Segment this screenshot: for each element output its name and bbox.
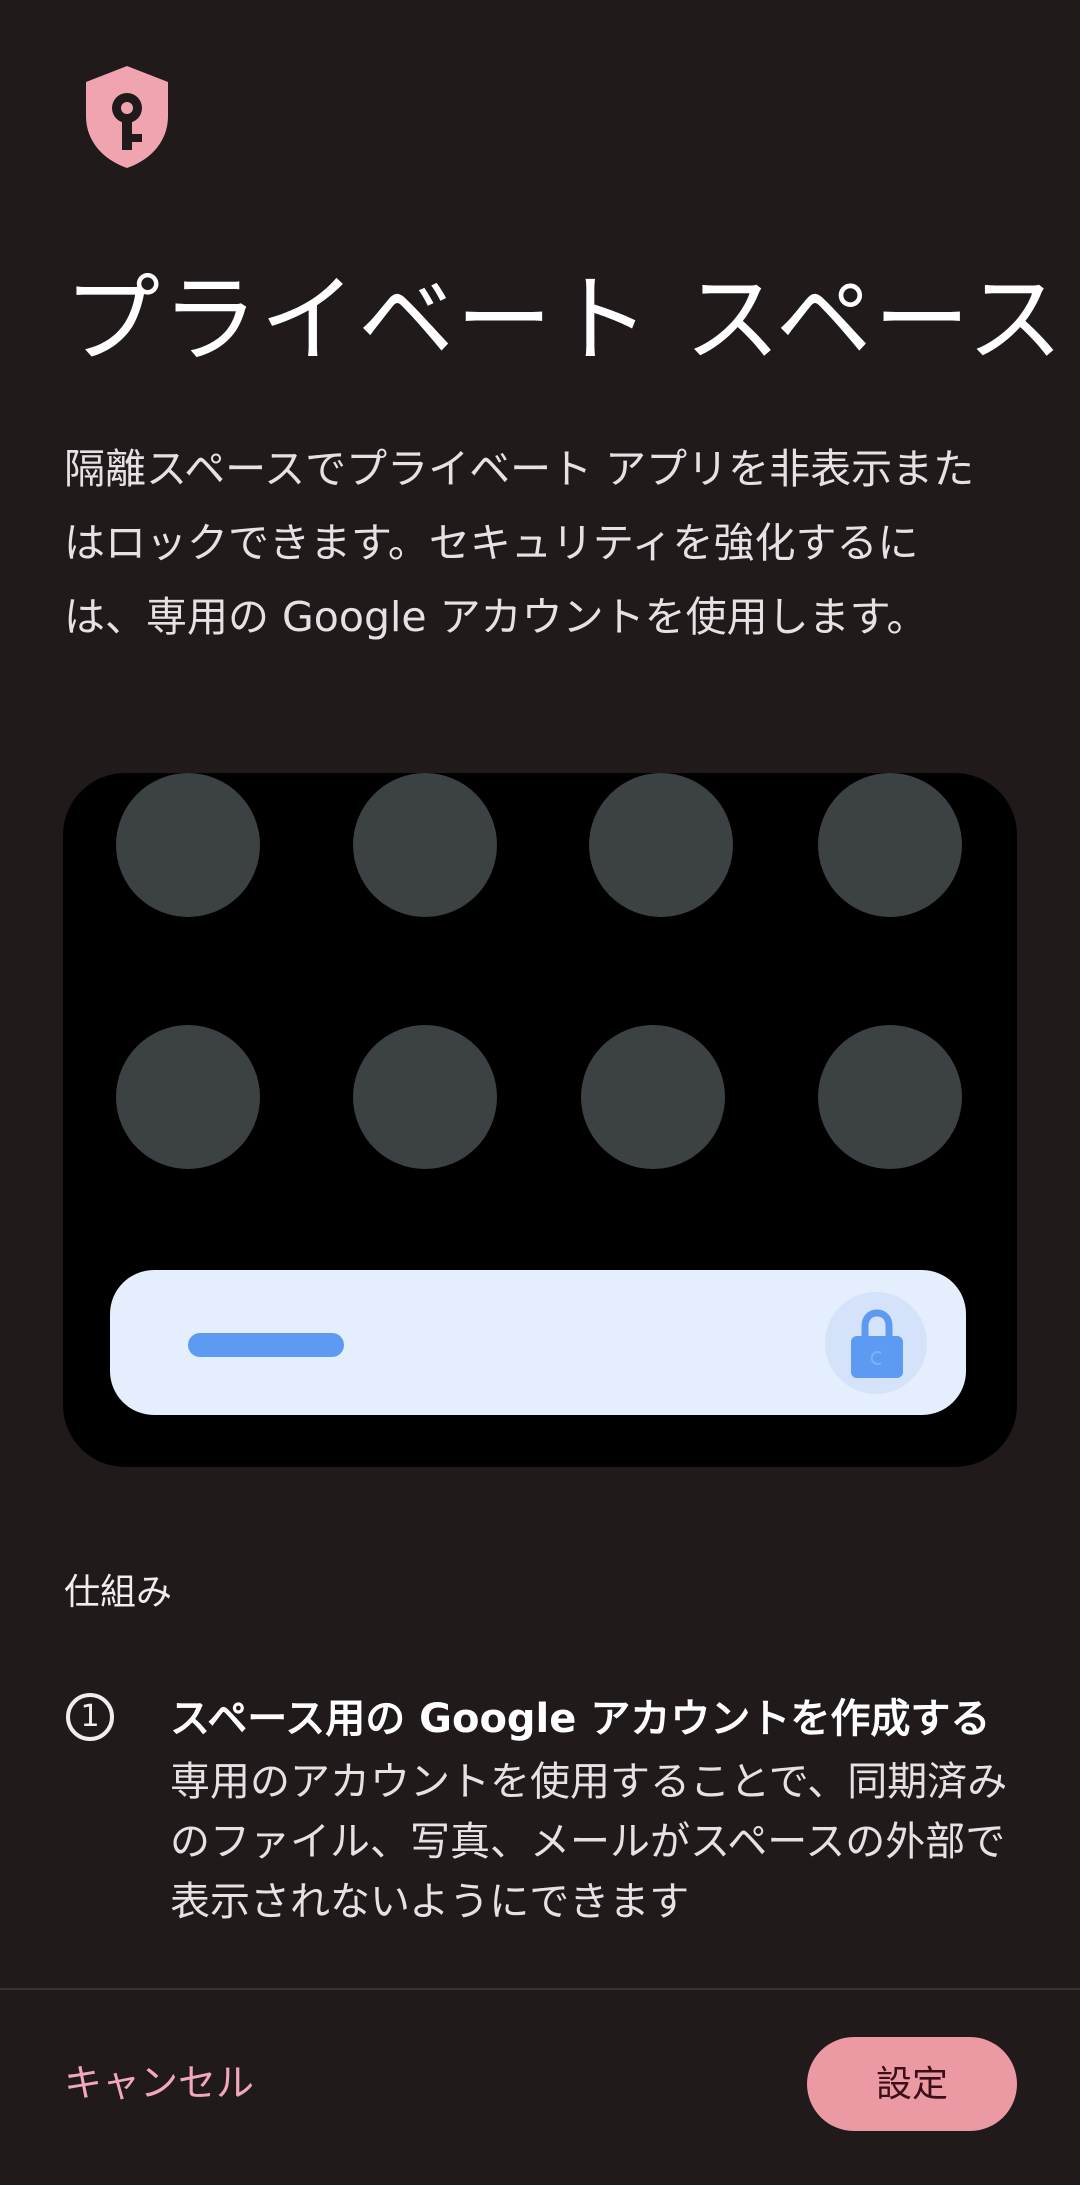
step-description: 専用のアカウントを使用することで、同期済みのファイル、写真、メールがスペースの外… <box>170 1759 1008 1925</box>
app-placeholder-icon <box>353 1025 497 1169</box>
setup-button[interactable]: 設定 <box>807 2037 1017 2131</box>
app-placeholder-icon <box>589 773 733 917</box>
page-description: 隔離スペースでプライベート アプリを非表示またはロックできます。セキュリティを強… <box>64 445 975 641</box>
app-placeholder-icon <box>581 1025 725 1169</box>
app-placeholder-icon <box>116 773 260 917</box>
how-it-works-label: 仕組み <box>64 1572 173 1613</box>
lock-icon <box>825 1292 927 1394</box>
private-space-lock-bar <box>110 1270 966 1415</box>
page-title: プライベート スペース <box>64 264 1065 376</box>
app-placeholder-icon <box>116 1025 260 1169</box>
step-number-badge: 1 <box>66 1693 114 1741</box>
placeholder-bar <box>188 1333 344 1357</box>
app-placeholder-icon <box>353 773 497 917</box>
step-title: スペース用の Google アカウントを作成する <box>170 1696 991 1742</box>
app-placeholder-icon <box>818 773 962 917</box>
footer-divider <box>0 1988 1080 1990</box>
shield-key-icon <box>82 64 172 170</box>
cancel-button[interactable]: キャンセル <box>64 2055 254 2111</box>
private-space-illustration <box>63 773 1017 1467</box>
app-placeholder-icon <box>818 1025 962 1169</box>
